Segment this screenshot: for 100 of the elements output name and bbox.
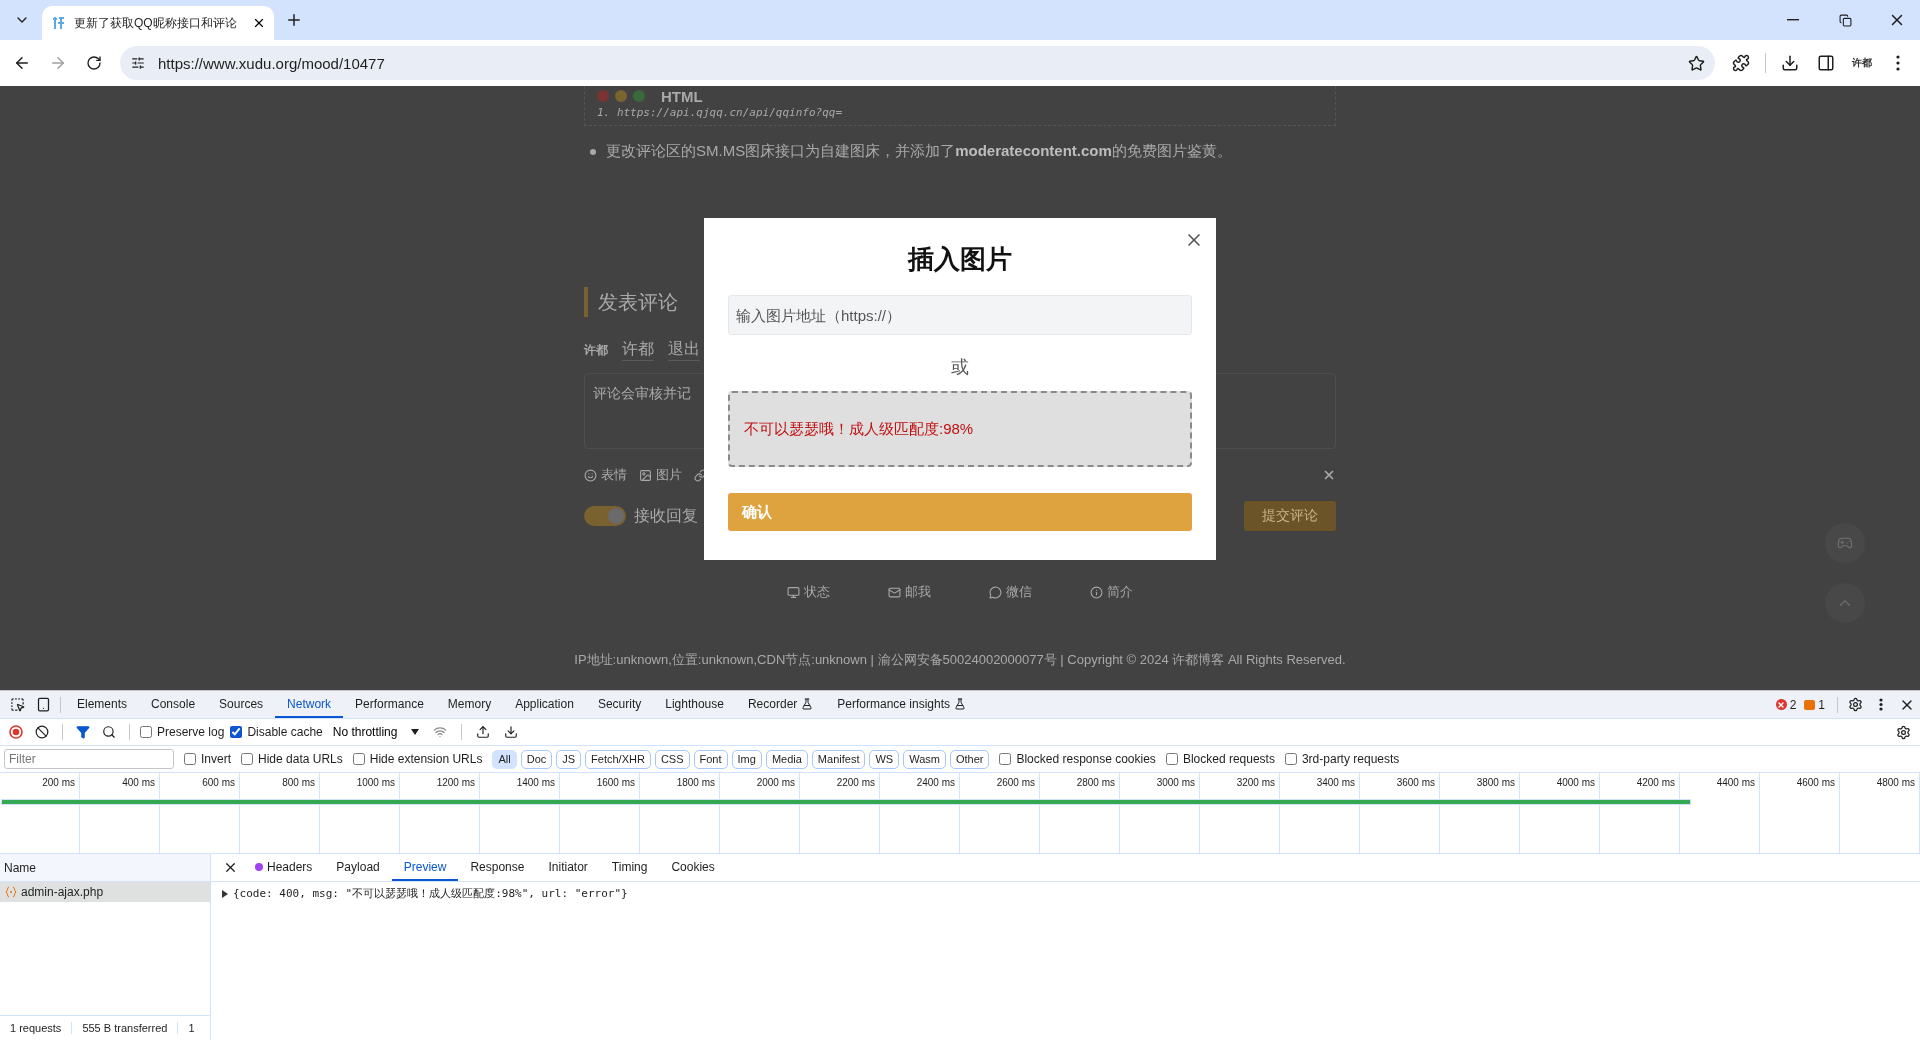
devtools-tab[interactable]: Recorder — [735, 691, 826, 718]
submit-button[interactable]: 提交评论 — [1244, 501, 1336, 531]
devtools-tab[interactable]: Memory — [435, 691, 504, 718]
image-icon — [639, 468, 652, 482]
flask-icon — [801, 697, 814, 710]
timeline-tick: 2000 ms — [720, 773, 800, 793]
error-message: 不可以瑟瑟哦！成人级匹配度:98% — [744, 419, 974, 439]
filter-checkbox[interactable] — [1284, 753, 1297, 765]
filter-checkbox[interactable] — [999, 753, 1012, 765]
reply-toggle[interactable] — [584, 506, 626, 526]
type-filter-button[interactable]: CSS — [654, 749, 690, 769]
filter-checkbox[interactable] — [241, 753, 253, 765]
device-icon — [35, 697, 51, 712]
devtools-tab[interactable]: Sources — [207, 691, 276, 718]
timeline-tick: 600 ms — [160, 773, 240, 793]
footer-link[interactable]: 邮我 — [888, 583, 931, 601]
profile-button[interactable]: 许都 — [1846, 47, 1878, 79]
gamepad-icon — [1837, 535, 1853, 551]
type-filter-button[interactable]: Font — [693, 749, 728, 769]
status-text: 1 — [187, 1022, 196, 1034]
type-filter-button[interactable]: Manifest — [811, 749, 866, 769]
footer-link[interactable]: 微信 — [989, 583, 1032, 601]
filter-checkbox[interactable] — [184, 753, 196, 765]
link-icon — [694, 468, 707, 482]
separator-text: 或 — [951, 356, 969, 379]
address-bar[interactable]: https://www.xudu.org/mood/10477 — [120, 46, 1715, 80]
detail-tab[interactable]: Response — [458, 854, 537, 881]
filter-field[interactable]: Filter — [4, 749, 174, 769]
record-icon — [9, 725, 23, 739]
timeline-tick: 2800 ms — [1040, 773, 1120, 793]
upload-area[interactable]: 不可以瑟瑟哦！成人级匹配度:98% — [728, 391, 1192, 467]
error-count[interactable]: 2 — [1775, 691, 1797, 718]
smiley-icon — [584, 468, 597, 482]
logout-link[interactable]: 退出 — [668, 339, 700, 361]
type-filter-button[interactable]: Wasm — [903, 749, 946, 769]
filter-checkbox[interactable] — [1165, 753, 1178, 765]
menu-icon — [1896, 55, 1900, 71]
expand-icon[interactable] — [221, 889, 229, 898]
type-filter-button[interactable]: Other — [949, 749, 990, 769]
type-filter-button[interactable]: Img — [731, 749, 762, 769]
disable-cache-checkbox[interactable] — [230, 726, 243, 738]
request-row[interactable]: admin-ajax.php — [0, 882, 210, 902]
download-icon — [1781, 54, 1799, 72]
throttling-dropdown[interactable]: No throttling — [328, 725, 424, 739]
devtools-tab[interactable]: Console — [139, 691, 208, 718]
code-language: HTML — [661, 87, 703, 105]
comment-tool-button[interactable]: 图片 — [639, 466, 682, 484]
site-favicon — [50, 15, 66, 31]
devtools-tab[interactable]: Lighthouse — [653, 691, 736, 718]
search-icon — [102, 725, 116, 739]
timeline-tick: 2200 ms — [800, 773, 880, 793]
preserve-log-checkbox[interactable] — [140, 726, 152, 738]
footer-text: IP地址:unknown,位置:unknown,CDN节点:unknown | 渝公网安备50024002000077号 | Copyright © 2024 许都博客 All Rights Reserved. — [573, 651, 1347, 669]
footer-link[interactable]: 状态 — [787, 583, 830, 601]
filter-checkbox[interactable] — [352, 753, 365, 765]
wifi-icon — [433, 725, 448, 739]
footer-link[interactable]: 简介 — [1090, 583, 1133, 601]
detail-tab[interactable]: Preview — [391, 854, 459, 881]
devtools-tab[interactable]: Application — [503, 691, 586, 718]
dialog-title: 插入图片 — [908, 243, 1012, 276]
detail-tab[interactable]: Timing — [599, 854, 660, 881]
detail-tab[interactable]: Initiator — [536, 854, 600, 881]
image-url-field[interactable]: 输入图片地址（https://） — [728, 295, 1192, 335]
detail-tab[interactable]: Payload — [324, 854, 392, 881]
preview-object: {code: 400, msg: "不可以瑟瑟哦！成人级匹配度:98%", url: "error"} — [233, 886, 628, 901]
type-filter-button[interactable]: Media — [765, 749, 808, 769]
timeline-tick: 2600 ms — [960, 773, 1040, 793]
type-filter-button[interactable]: WS — [869, 749, 900, 769]
user-link[interactable]: 许都 — [622, 339, 654, 361]
toggle-label: 接收回复 — [634, 505, 698, 526]
envelope-icon — [888, 585, 901, 599]
devtools-tab[interactable]: Performance insights — [825, 691, 979, 718]
type-filter-button[interactable]: All — [492, 749, 517, 769]
type-filter-button[interactable]: JS — [556, 749, 582, 769]
type-filter-button[interactable]: Fetch/XHR — [585, 749, 651, 769]
settings-icon — [1895, 724, 1911, 740]
type-filter-button[interactable]: Doc — [520, 749, 553, 769]
upload-icon — [476, 725, 491, 739]
timeline-tick: 1800 ms — [640, 773, 720, 793]
timeline-tick: 4000 ms — [1520, 773, 1600, 793]
checkbox-label: 3rd-party requests — [1301, 752, 1400, 766]
devtools-tab[interactable]: Security — [585, 691, 654, 718]
comment-tool-button[interactable]: 表情 — [584, 466, 627, 484]
close-icon — [1322, 468, 1336, 482]
checkbox-label: Blocked requests — [1182, 752, 1275, 766]
detail-tab[interactable]: Headers — [243, 854, 325, 881]
devtools-tab[interactable]: Elements — [65, 691, 140, 718]
window-dot-icon — [615, 90, 627, 102]
devtools-tab[interactable]: Network — [275, 691, 344, 718]
error-icon — [1777, 700, 1786, 709]
flask-icon — [954, 697, 967, 710]
timeline-tick: 4600 ms — [1760, 773, 1840, 793]
checkbox-label: Hide extension URLs — [369, 752, 483, 766]
timeline-tick: 3800 ms — [1440, 773, 1520, 793]
warning-count[interactable]: 1 — [1804, 691, 1825, 718]
detail-tab[interactable]: Cookies — [659, 854, 727, 881]
browser-tab[interactable]: 更新了获取QQ昵称接口和评论 — [42, 6, 274, 40]
devtools-tab[interactable]: Performance — [343, 691, 436, 718]
record-button[interactable] — [6, 722, 26, 742]
menu-icon — [1879, 698, 1883, 711]
